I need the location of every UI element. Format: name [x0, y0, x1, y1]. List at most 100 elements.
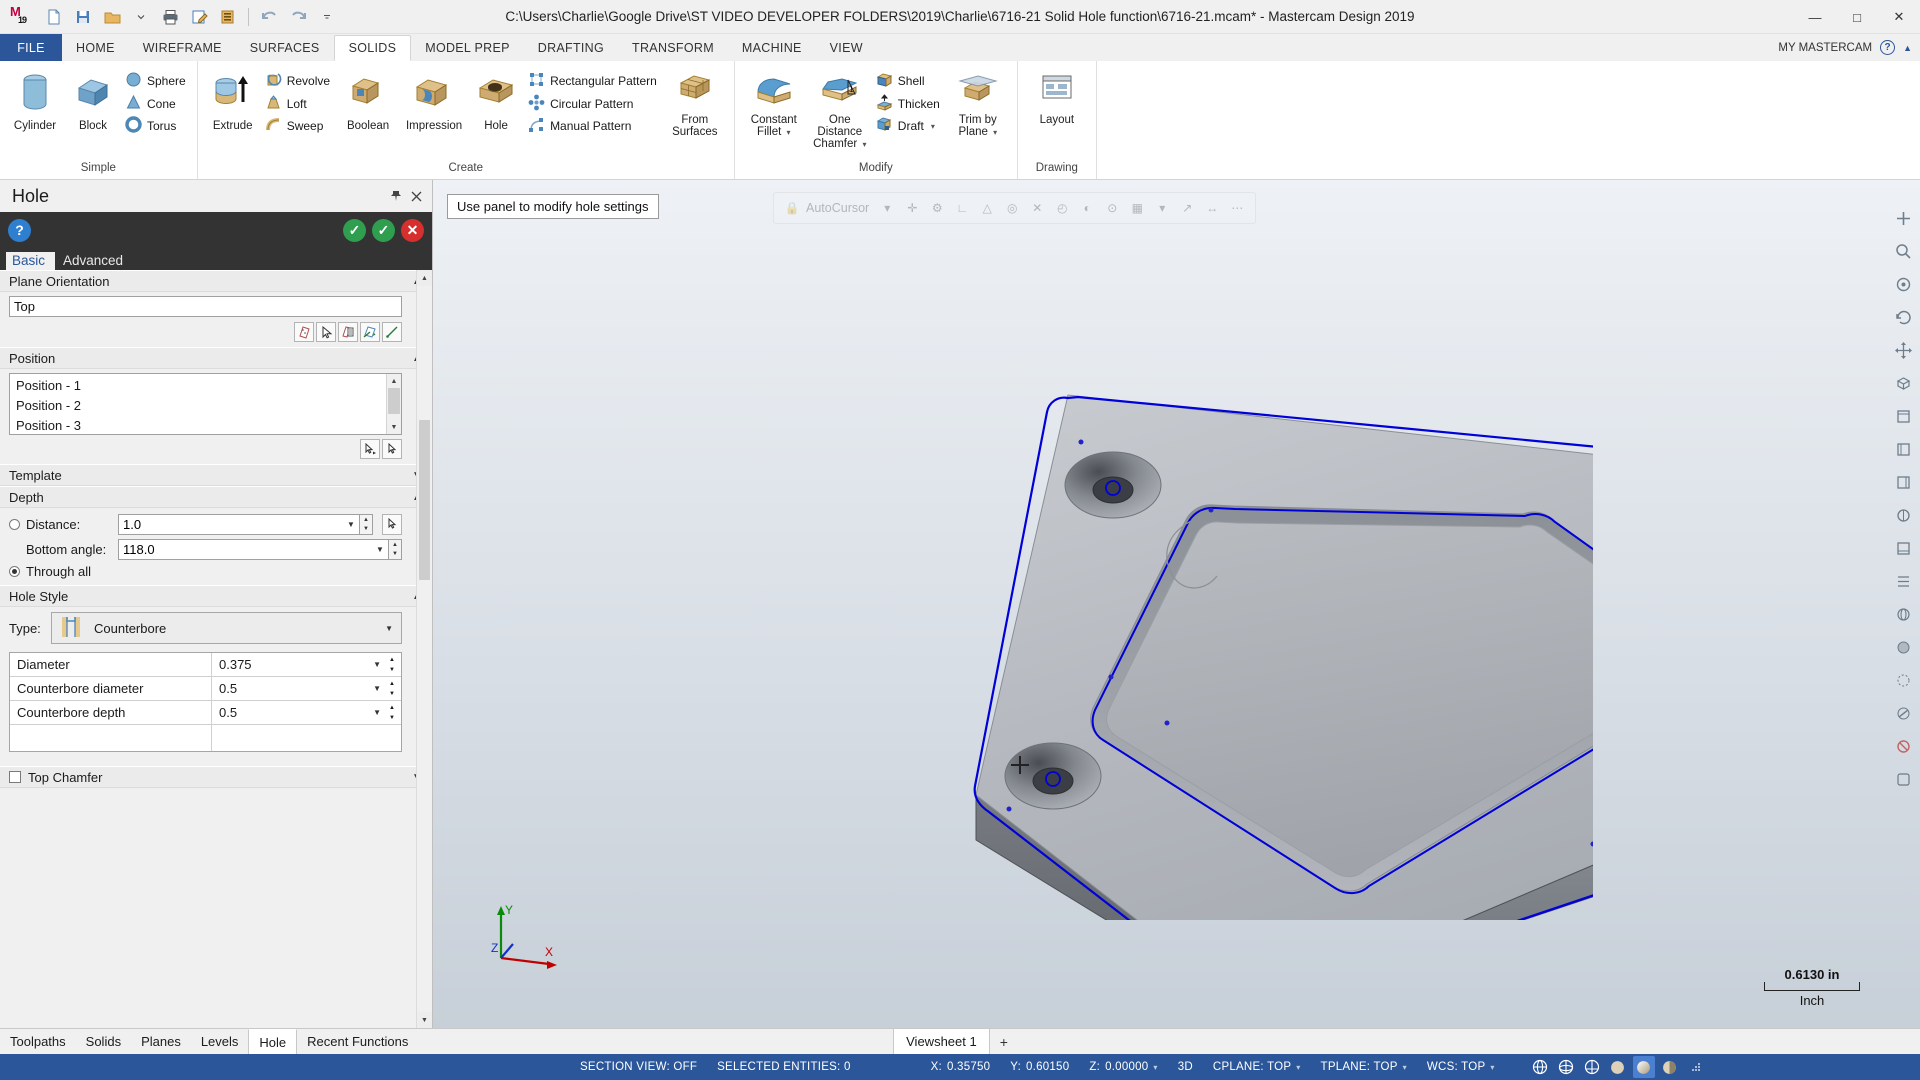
- pin-icon[interactable]: [386, 186, 406, 206]
- constant-fillet-button[interactable]: Constant Fillet ▾: [741, 68, 807, 143]
- status-tplane[interactable]: TPLANE: TOP ▾: [1311, 1061, 1417, 1073]
- section-plane-orientation[interactable]: Plane Orientation ▲: [0, 270, 432, 292]
- tab-drafting[interactable]: DRAFTING: [524, 34, 618, 61]
- graphics-viewport[interactable]: Use panel to modify hole settings 🔒 Auto…: [433, 180, 1920, 1028]
- autocursor-nearest-icon[interactable]: ◐: [1076, 197, 1098, 219]
- shade-half-icon[interactable]: [1659, 1056, 1681, 1078]
- chevron-down-icon[interactable]: ▾: [1403, 1063, 1407, 1072]
- shell-button[interactable]: Shell: [873, 70, 945, 93]
- bottom-tab-solids[interactable]: Solids: [76, 1029, 131, 1054]
- status-mode-3d[interactable]: 3D: [1168, 1061, 1203, 1073]
- param-stepper[interactable]: ▼ ▲ ▼: [370, 655, 401, 675]
- stepper-down-icon[interactable]: ▼: [386, 713, 398, 723]
- layout-button[interactable]: Layout: [1024, 68, 1090, 130]
- close-button[interactable]: ✕: [1878, 0, 1920, 34]
- thicken-button[interactable]: Thicken: [873, 93, 945, 116]
- scroll-thumb[interactable]: [388, 388, 400, 414]
- cancel-button[interactable]: ✕: [401, 218, 424, 242]
- customize-qat-icon[interactable]: [314, 4, 340, 30]
- impression-button[interactable]: Impression: [401, 68, 467, 136]
- depth-through-all-row[interactable]: Through all: [0, 562, 432, 585]
- list-item[interactable]: Position - 2: [10, 396, 386, 416]
- autocursor-tangent-icon[interactable]: ⊙: [1101, 197, 1123, 219]
- scroll-up-icon[interactable]: ▲: [417, 270, 432, 286]
- distance-dropdown-icon[interactable]: ▼: [343, 514, 359, 535]
- plane-axis-icon[interactable]: [382, 322, 402, 342]
- autocursor-endpoint-icon[interactable]: ∟: [951, 197, 973, 219]
- file-list-icon[interactable]: [215, 4, 241, 30]
- bottom-angle-dropdown-icon[interactable]: ▼: [372, 539, 388, 560]
- viewsheet-tab[interactable]: Viewsheet 1: [893, 1029, 990, 1054]
- distance-radio[interactable]: [9, 519, 20, 530]
- dynamic-rotate-icon[interactable]: [1891, 305, 1916, 330]
- loft-button[interactable]: Loft: [262, 93, 335, 116]
- tab-solids[interactable]: SOLIDS: [333, 35, 412, 61]
- top-chamfer-checkbox[interactable]: [9, 771, 21, 783]
- stepper-down-icon[interactable]: ▼: [386, 689, 398, 699]
- tab-transform[interactable]: TRANSFORM: [618, 34, 728, 61]
- tab-model-prep[interactable]: MODEL PREP: [411, 34, 524, 61]
- open-dropdown-icon[interactable]: [128, 4, 154, 30]
- open-folder-icon[interactable]: [99, 4, 125, 30]
- undo-icon[interactable]: [256, 4, 282, 30]
- tab-advanced[interactable]: Advanced: [57, 252, 133, 270]
- front-view-icon[interactable]: [1891, 437, 1916, 462]
- autocursor-more-icon[interactable]: ⋯: [1226, 197, 1248, 219]
- autocursor-relative-icon[interactable]: ↗: [1176, 197, 1198, 219]
- apply-button[interactable]: ✓: [343, 218, 366, 242]
- autocursor-lock-icon[interactable]: 🔒: [781, 197, 803, 219]
- top-chamfer-row[interactable]: Top Chamfer ▼: [0, 766, 432, 788]
- plane-list-icon[interactable]: [338, 322, 358, 342]
- param-stepper[interactable]: ▼ ▲ ▼: [370, 703, 401, 723]
- draft-button[interactable]: Draft ▾: [873, 115, 945, 138]
- plane-selection-icon[interactable]: [294, 322, 314, 342]
- plane-orientation-input[interactable]: [9, 296, 402, 317]
- param-value-cell[interactable]: 0.5 ▼ ▲ ▼: [212, 701, 401, 724]
- autocursor-toolbar[interactable]: 🔒 AutoCursor ▾ ✛ ⚙ ∟ △ ◎ ✕ ◴ ◐ ⊙ ▦ ▾ ↗ ↔…: [773, 192, 1257, 224]
- draft-caret-icon[interactable]: ▾: [931, 122, 935, 131]
- position-scrollbar[interactable]: ▲ ▼: [386, 374, 401, 434]
- table-row[interactable]: Diameter 0.375 ▼ ▲ ▼: [10, 653, 401, 677]
- stepper[interactable]: ▲ ▼: [386, 703, 398, 723]
- bottom-tab-levels[interactable]: Levels: [191, 1029, 249, 1054]
- stepper-up-icon[interactable]: ▲: [386, 703, 398, 713]
- rectangular-pattern-button[interactable]: Rectangular Pattern: [525, 70, 662, 93]
- resize-grip-icon[interactable]: [1685, 1056, 1707, 1078]
- panel-help-button[interactable]: ?: [8, 218, 31, 242]
- constant-fillet-caret-icon[interactable]: ▾: [787, 128, 791, 137]
- boolean-button[interactable]: Boolean: [335, 68, 401, 136]
- autocursor-intersection-icon[interactable]: ✕: [1026, 197, 1048, 219]
- status-wcs[interactable]: WCS: TOP ▾: [1417, 1061, 1505, 1073]
- table-row[interactable]: Counterbore diameter 0.5 ▼ ▲ ▼: [10, 677, 401, 701]
- chevron-down-icon[interactable]: ▼: [370, 708, 384, 717]
- section-hole-style[interactable]: Hole Style ▲: [0, 585, 432, 607]
- pick-point-icon[interactable]: [382, 514, 402, 535]
- plane-from-geometry-icon[interactable]: [360, 322, 380, 342]
- chevron-down-icon[interactable]: ▾: [1153, 1063, 1157, 1072]
- autocursor-point-icon[interactable]: ✛: [901, 197, 923, 219]
- autocursor-grid-icon[interactable]: ▦: [1126, 197, 1148, 219]
- from-surfaces-button[interactable]: From Surfaces: [662, 68, 728, 142]
- section-view-icon[interactable]: [1891, 701, 1916, 726]
- blank-icon[interactable]: [1891, 767, 1916, 792]
- gnomon-sphere3-icon[interactable]: [1581, 1056, 1603, 1078]
- isometric-view-icon[interactable]: [1891, 371, 1916, 396]
- scroll-down-icon[interactable]: ▼: [387, 420, 401, 434]
- right-view-icon[interactable]: [1891, 470, 1916, 495]
- solid-model-3d[interactable]: [493, 220, 1593, 920]
- maximize-button[interactable]: □: [1836, 0, 1878, 34]
- block-button[interactable]: Block: [64, 68, 122, 136]
- position-listbox[interactable]: Position - 1 Position - 2 Position - 3 ▲…: [9, 373, 402, 435]
- hole-type-select[interactable]: Counterbore ▼: [51, 612, 402, 644]
- tab-machine[interactable]: MACHINE: [728, 34, 816, 61]
- extrude-button[interactable]: Extrude: [204, 68, 262, 136]
- status-selected-entities[interactable]: SELECTED ENTITIES: 0: [707, 1061, 860, 1073]
- back-view-icon[interactable]: [1891, 503, 1916, 528]
- stepper[interactable]: ▲ ▼: [386, 655, 398, 675]
- print-icon[interactable]: [157, 4, 183, 30]
- add-viewsheet-button[interactable]: +: [990, 1029, 1018, 1054]
- scroll-thumb[interactable]: [419, 420, 430, 580]
- fit-screen-icon[interactable]: [1891, 206, 1916, 231]
- one-distance-chamfer-button[interactable]: 1 One Distance Chamfer ▾: [807, 68, 873, 155]
- sweep-button[interactable]: Sweep: [262, 115, 335, 138]
